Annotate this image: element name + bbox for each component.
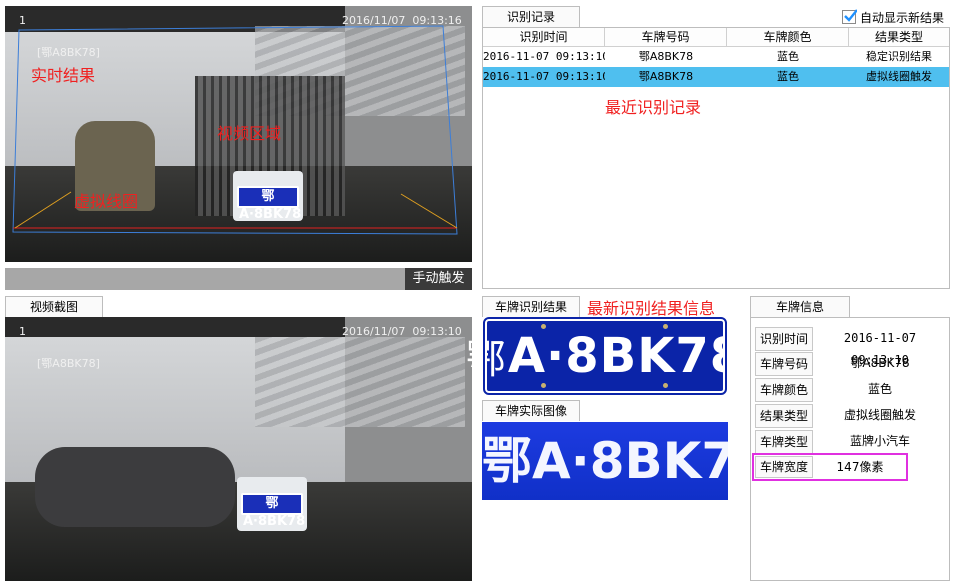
info-value-plate-type: 蓝牌小汽车 (849, 434, 910, 448)
snapshot-channel-number: 1 (19, 325, 26, 338)
info-value-plate-width: 147像素 (836, 460, 884, 474)
live-timestamp: 2016/11/07 09:13:16 (342, 14, 462, 27)
cell-color: 蓝色 (777, 70, 799, 83)
cell-plate: 鄂A8BK78 (638, 70, 694, 83)
annotation-recent-records: 最近识别记录 (605, 98, 702, 117)
live-channel-number: 1 (19, 14, 26, 27)
plate-rivet-icon (541, 383, 546, 388)
cell-color: 蓝色 (777, 50, 799, 63)
records-table-header: 识别时间 车牌号码 车牌颜色 结果类型 (483, 28, 949, 47)
live-video-bottom-bar (5, 268, 472, 290)
table-row-selected[interactable]: 2016-11-07 09:13:10 鄂A8BK78 蓝色 虚拟线圈触发 (483, 67, 949, 87)
table-row[interactable]: 2016-11-07 09:13:10 鄂A8BK78 蓝色 稳定识别结果 (483, 47, 949, 67)
info-value-result-type: 虚拟线圈触发 (843, 408, 916, 422)
info-value-color: 蓝色 (867, 382, 892, 396)
cell-type: 虚拟线圈触发 (866, 70, 932, 83)
snapshot-osd-plate: [鄂A8BK78] (37, 357, 100, 370)
auto-show-label: 自动显示新结果 (860, 10, 945, 25)
info-label-plate: 车牌号码 (755, 352, 813, 376)
cell-time: 2016-11-07 09:13:10 (483, 70, 605, 83)
recognized-plate-image: 鄂 A·8BK78 (466, 317, 743, 395)
annotation-realtime-result: 实时结果 (31, 66, 96, 85)
manual-trigger-button[interactable]: 手动触发 (405, 268, 472, 290)
column-header-plate[interactable]: 车牌号码 (605, 28, 727, 47)
snapshot-timestamp: 2016/11/07 09:13:10 (342, 325, 462, 338)
annotation-latest-result-info: 最新识别结果信息 (587, 299, 716, 318)
plate-rivet-icon (663, 324, 668, 329)
info-label-plate-type: 车牌类型 (755, 430, 813, 454)
records-table: 识别时间 车牌号码 车牌颜色 结果类型 2016-11-07 09:13:10 … (482, 27, 950, 289)
info-label-result-type: 结果类型 (755, 404, 813, 428)
tab-recognition-records[interactable]: 识别记录 (482, 6, 580, 27)
tab-plate-info[interactable]: 车牌信息 (750, 296, 850, 317)
check-icon (844, 9, 857, 22)
plate-province: 鄂 (465, 337, 506, 383)
snapshot-scene-hand (35, 447, 235, 527)
live-video-panel[interactable]: 鄂A·8BK78 1 2016/11/07 09:13:16 [鄂A8BK78]… (5, 6, 472, 262)
snapshot-image: 鄂A·8BK78 1 2016/11/07 09:13:10 [鄂A8BK78] (5, 317, 472, 581)
tab-plate-result[interactable]: 车牌识别结果 (482, 296, 580, 317)
plate-rivet-icon (541, 324, 546, 329)
info-label-plate-width: 车牌宽度 (755, 456, 813, 478)
plate-real-image: 鄂A·8BK78 (482, 422, 728, 500)
tab-video-snapshot[interactable]: 视频截图 (5, 296, 103, 317)
plate-number: A·8BK78 (507, 328, 745, 384)
annotation-virtual-loop: 虚拟线圈 (74, 192, 139, 211)
virtual-loop-left-edge (14, 191, 72, 229)
plate-rivet-icon (663, 383, 668, 388)
live-osd-plate: [鄂A8BK78] (37, 46, 100, 59)
info-value-time: 2016-11-07 09:13:10 (843, 331, 917, 367)
cell-type: 稳定识别结果 (866, 50, 932, 63)
annotation-video-area: 视频区域 (217, 124, 282, 143)
virtual-loop-right-edge (400, 193, 458, 229)
info-label-color: 车牌颜色 (755, 378, 813, 402)
snapshot-plate-image: 鄂A·8BK78 (241, 493, 305, 529)
tab-plate-real-image[interactable]: 车牌实际图像 (482, 400, 580, 421)
column-header-time[interactable]: 识别时间 (483, 28, 605, 47)
info-label-time: 识别时间 (755, 327, 813, 351)
auto-show-checkbox[interactable] (842, 9, 857, 24)
auto-show-toggle[interactable]: 自动显示新结果 (842, 9, 944, 25)
info-value-plate: 鄂A8BK78 (850, 356, 910, 370)
column-header-type[interactable]: 结果类型 (849, 28, 949, 47)
cell-plate: 鄂A8BK78 (638, 50, 694, 63)
cell-time: 2016-11-07 09:13:10 (483, 50, 605, 63)
snapshot-scene-blinds (255, 337, 465, 427)
column-header-color[interactable]: 车牌颜色 (727, 28, 849, 47)
